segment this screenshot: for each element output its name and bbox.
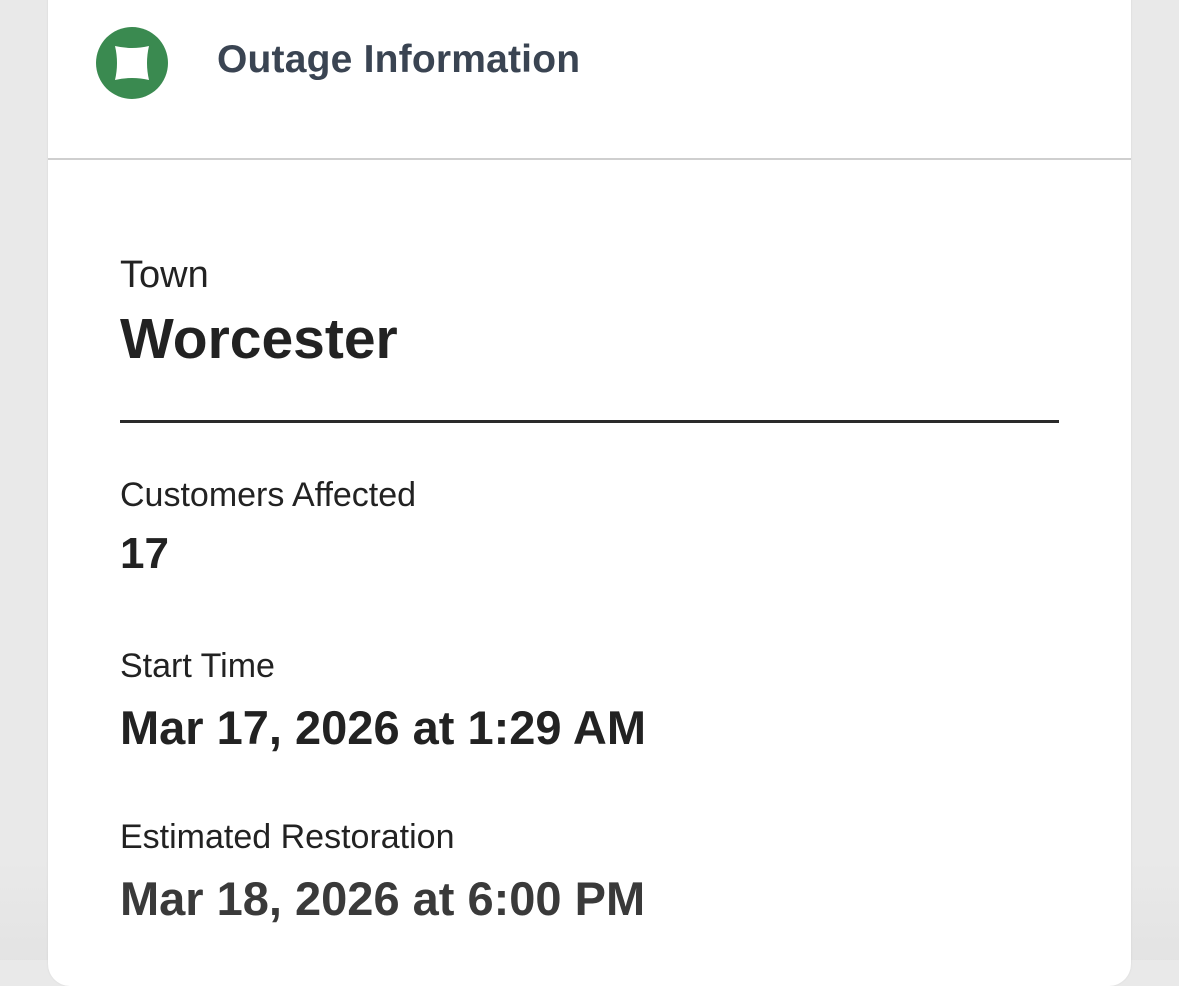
card-header: Outage Information bbox=[48, 0, 1131, 160]
estimated-restoration-value: Mar 18, 2026 at 6:00 PM bbox=[120, 872, 646, 925]
outage-status-icon bbox=[96, 27, 168, 99]
customers-affected-label: Customers Affected bbox=[120, 476, 417, 514]
start-time-label: Start Time bbox=[120, 647, 275, 685]
outage-info-card: Outage Information Town Worcester Custom… bbox=[48, 0, 1131, 986]
customers-affected-value: 17 bbox=[120, 529, 169, 578]
town-label: Town bbox=[120, 254, 209, 296]
section-divider bbox=[120, 420, 1059, 423]
start-time-value: Mar 17, 2026 at 1:29 AM bbox=[120, 701, 646, 754]
header-title: Outage Information bbox=[217, 38, 581, 81]
town-value: Worcester bbox=[120, 307, 398, 371]
estimated-restoration-label: Estimated Restoration bbox=[120, 818, 455, 856]
